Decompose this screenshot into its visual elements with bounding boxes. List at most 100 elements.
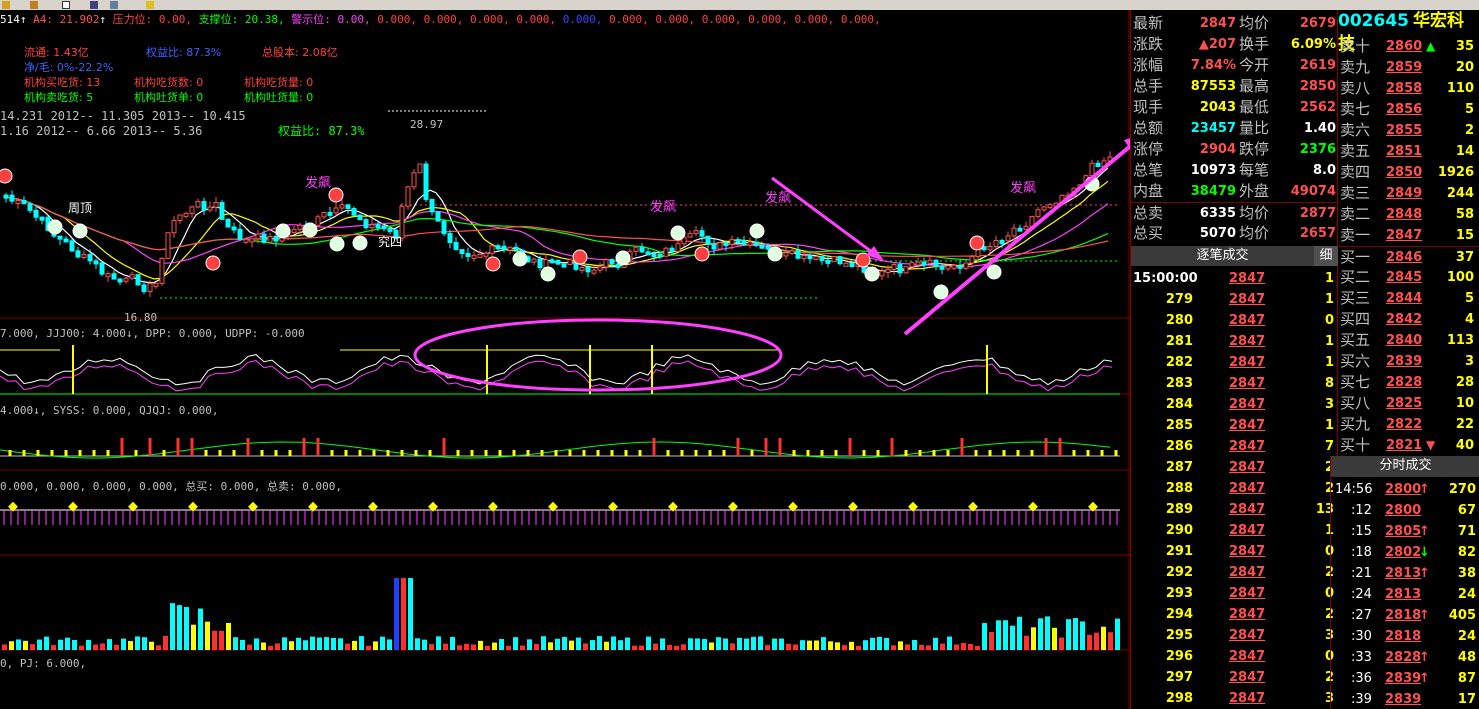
candle-body [237, 228, 243, 240]
ask-row[interactable]: 卖六 2855 2 [1338, 120, 1479, 141]
tick-price: 2847 [1229, 607, 1266, 622]
volume-bar [1101, 626, 1106, 650]
volume-bar [982, 623, 987, 650]
tick-price: 2847 [1229, 418, 1266, 433]
smiley-marker [485, 256, 501, 272]
candle-body [993, 239, 999, 248]
smiley-marker [864, 266, 880, 282]
level-label: 卖二 [1340, 205, 1371, 223]
candle-body [123, 277, 129, 282]
ask-row[interactable]: 卖九 2859 20 [1338, 57, 1479, 78]
volume-bar [954, 644, 959, 650]
level-volume: 22 [1455, 417, 1474, 432]
candle-body [741, 240, 747, 246]
volume-bar [842, 645, 847, 650]
tick-row: 290 2847 1 [1131, 520, 1338, 541]
volume-bar [65, 637, 70, 650]
bid-row[interactable]: 买四 2842 4 [1338, 309, 1479, 330]
quote-label: 现手 [1133, 98, 1164, 116]
volume-bar [1087, 634, 1092, 650]
level-marker: ▲ [1426, 39, 1436, 53]
signal-label-2: 发飙 [650, 200, 677, 215]
candle-body [99, 262, 105, 275]
candle-body [135, 274, 141, 286]
level-price: 2860 [1386, 39, 1423, 54]
kline-chart-area[interactable]: 514↑ A4: 21.902↑ 压力位: 0.00, 支撑位: 20.38, … [0, 10, 1130, 709]
printer-icon[interactable] [110, 1, 118, 9]
tick-row: 293 2847 0 [1131, 583, 1338, 604]
volume-bar [107, 639, 112, 650]
volume-bar [513, 637, 518, 650]
candle-body [651, 253, 657, 258]
candle-body [81, 254, 87, 259]
quote-label: 换手 [1239, 35, 1270, 53]
tick-index: 293 [1165, 586, 1193, 601]
level-label: 买九 [1340, 415, 1371, 433]
volume-bar [940, 643, 945, 650]
minute-volume: 17 [1457, 692, 1476, 707]
ask-row[interactable]: 卖十 2860 ▲ 35 [1338, 36, 1479, 57]
bid-row[interactable]: 买六 2839 3 [1338, 351, 1479, 372]
minute-price: 2818 [1385, 608, 1422, 623]
ask-row[interactable]: 卖四 2850 1926 [1338, 162, 1479, 183]
tick-volume: 1 [1324, 271, 1334, 286]
volume-bar [548, 642, 553, 650]
quote-label: 跌停 [1239, 140, 1270, 158]
level-label: 买五 [1340, 331, 1371, 349]
volume-bar [247, 644, 252, 650]
panel2-line2 [0, 360, 1113, 392]
key-icon[interactable] [146, 1, 154, 9]
ask-row[interactable]: 卖三 2849 244 [1338, 183, 1479, 204]
ask-row[interactable]: 卖一 2847 15 [1338, 225, 1479, 246]
ask-row[interactable]: 卖八 2858 110 [1338, 78, 1479, 99]
ask-row[interactable]: 卖二 2848 58 [1338, 204, 1479, 225]
bid-row[interactable]: 买九 2822 22 [1338, 414, 1479, 435]
smiley-marker [572, 249, 588, 265]
volume-bar [464, 643, 469, 650]
bid-row[interactable]: 买五 2840 113 [1338, 330, 1479, 351]
tick-price: 2847 [1229, 565, 1266, 580]
minute-volume: 71 [1457, 524, 1476, 539]
level-price: 2845 [1386, 270, 1423, 285]
tick-index: 280 [1165, 313, 1193, 328]
bid-row[interactable]: 买二 2845 100 [1338, 267, 1479, 288]
volume-bar [380, 636, 385, 650]
bid-row[interactable]: 买十 2821 ▼ 40 [1338, 435, 1479, 456]
minute-time: 14:56 [1335, 482, 1373, 497]
tick-index: 282 [1165, 355, 1193, 370]
candle-body [429, 198, 435, 213]
volume-bar [485, 645, 490, 650]
trend-arrow [903, 143, 1130, 336]
volume-bar [156, 645, 161, 650]
minute-price: 2813 [1385, 566, 1422, 581]
quote-value: 2562 [1299, 100, 1336, 115]
minute-row: :39 2839 17 [1331, 689, 1479, 709]
indicator-header-line: 514↑ A4: 21.902↑ 压力位: 0.00, 支撑位: 20.38, … [0, 13, 881, 26]
tick-row: 291 2847 0 [1131, 541, 1338, 562]
candle-body [57, 235, 63, 240]
bid-row[interactable]: 买三 2844 5 [1338, 288, 1479, 309]
bid-row[interactable]: 买七 2828 28 [1338, 372, 1479, 393]
folder-icon[interactable] [2, 1, 10, 9]
document-icon[interactable] [62, 1, 70, 9]
minute-volume: 38 [1457, 566, 1476, 581]
quote-row: 最新 2847 均价 2679 [1131, 13, 1338, 34]
quote-value: 38479 [1190, 184, 1236, 199]
save-icon[interactable] [90, 1, 98, 9]
candle-body [921, 261, 927, 266]
bid-row[interactable]: 买八 2825 10 [1338, 393, 1479, 414]
detail-button[interactable]: 细 [1314, 246, 1338, 266]
smiley-marker [540, 266, 556, 282]
volume-bar [800, 640, 805, 650]
minute-row: :33 2828 ↑ 48 [1331, 647, 1479, 668]
candle-body [375, 224, 381, 229]
quote-label: 均价 [1239, 224, 1270, 242]
minute-price: 2805 [1385, 524, 1422, 539]
bid-row[interactable]: 买一 2846 37 [1338, 246, 1479, 267]
candle-body [717, 242, 723, 250]
minute-time: :36 [1351, 671, 1372, 686]
ask-row[interactable]: 卖五 2851 14 [1338, 141, 1479, 162]
folder-open-icon[interactable] [30, 1, 38, 9]
tick-row: 284 2847 3 [1131, 394, 1338, 415]
ask-row[interactable]: 卖七 2856 5 [1338, 99, 1479, 120]
